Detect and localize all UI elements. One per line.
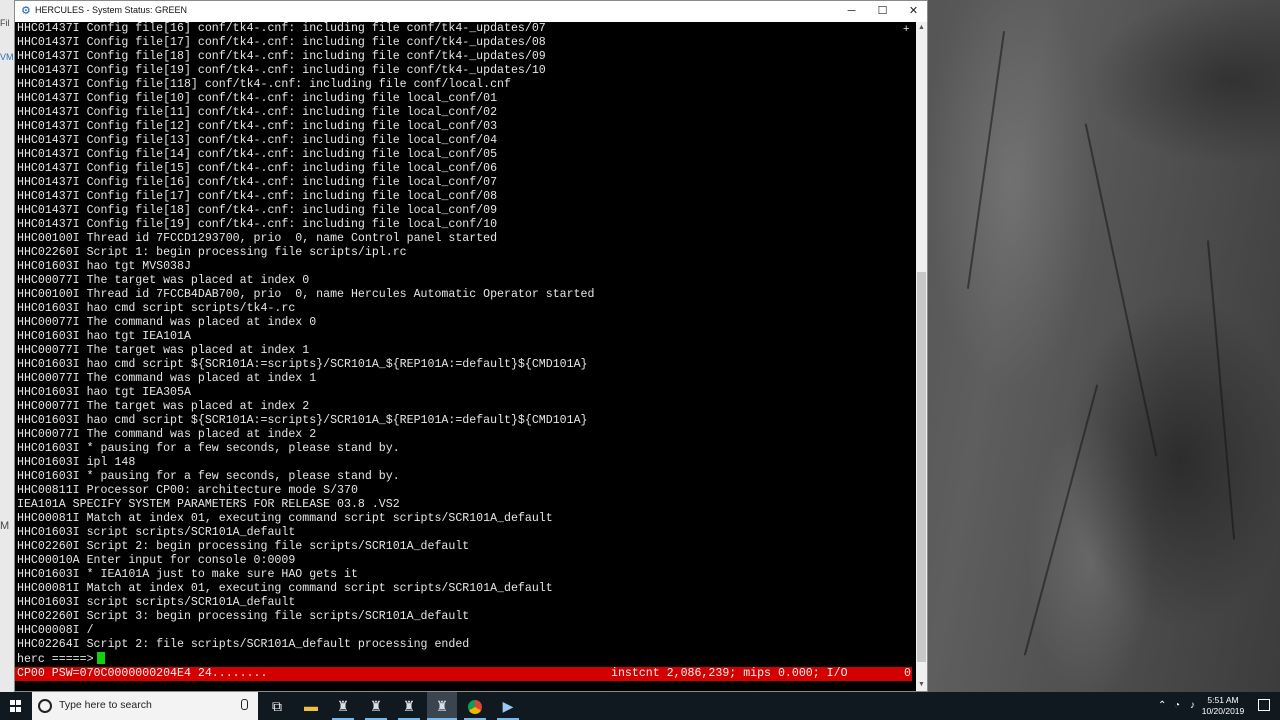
wallpaper-crack [966, 31, 1006, 289]
console-line: HHC00100I Thread id 7FCCB4DAB700, prio 0… [17, 288, 595, 301]
console-line: HHC00077I The target was placed at index… [17, 400, 310, 413]
console-line: HHC01603I hao cmd script ${SCR101A:=scri… [17, 358, 588, 371]
console-line: HHC01437I Config file[16] conf/tk4-.cnf:… [17, 176, 498, 189]
console-line: HHC00081I Match at index 01, executing c… [17, 582, 553, 595]
console-line: HHC00077I The command was placed at inde… [17, 428, 317, 441]
console-line: HHC01603I hao cmd script scripts/tk4-.rc [17, 302, 296, 315]
console-line: HHC00077I The target was placed at index… [17, 274, 310, 287]
hercules-window: ⚙ HERCULES - System Status: GREEN ─ ☐ ✕ … [14, 0, 928, 692]
vertical-scrollbar[interactable]: ▲ ▼ [916, 22, 927, 691]
network-icon[interactable]: ◔ [1174, 692, 1180, 720]
console-line: HHC02260I Script 2: begin processing fil… [17, 540, 470, 553]
console-line: HHC01603I hao tgt MVS038J [17, 260, 191, 273]
io-count: 0 [904, 667, 911, 680]
console-log: HHC01437I Config file[16] conf/tk4-.cnf:… [17, 22, 594, 652]
console-line: HHC01437I Config file[11] conf/tk4-.cnf:… [17, 106, 498, 119]
console-line: HHC01437I Config file[10] conf/tk4-.cnf:… [17, 92, 498, 105]
app-icon-3[interactable]: ♜ [394, 692, 424, 720]
title-bar[interactable]: ⚙ HERCULES - System Status: GREEN ─ ☐ ✕ [15, 1, 927, 22]
console-line: HHC01603I hao cmd script ${SCR101A:=scri… [17, 414, 588, 427]
console-line: HHC00077I The command was placed at inde… [17, 372, 317, 385]
console-line: HHC01437I Config file[17] conf/tk4-.cnf:… [17, 190, 498, 203]
console-line: HHC01603I ipl 148 [17, 456, 136, 469]
clock-time: 5:51 AM [1207, 695, 1239, 705]
scroll-up-arrow-icon[interactable]: ▲ [916, 22, 927, 34]
background-window-label: M [0, 520, 10, 532]
scrollbar-thumb[interactable] [917, 272, 926, 662]
window-title: HERCULES - System Status: GREEN [35, 5, 188, 15]
console-line: HHC01437I Config file[18] conf/tk4-.cnf:… [17, 204, 498, 217]
background-window[interactable]: Fil VM M [0, 0, 15, 692]
text-cursor [96, 652, 105, 664]
console-line: HHC02260I Script 1: begin processing fil… [17, 246, 407, 259]
close-button[interactable]: ✕ [898, 1, 929, 22]
instcnt-status: instcnt 2,086,239; mips 0.000; I/O [611, 667, 848, 680]
console-line: HHC01437I Config file[17] conf/tk4-.cnf:… [17, 36, 546, 49]
console-line: HHC01603I * IEA101A just to make sure HA… [17, 568, 358, 581]
psw-status: CP00 PSW=070C0000000204E4 24........ [17, 667, 268, 680]
console-line: HHC01603I script scripts/SCR101A_default [17, 596, 296, 609]
file-explorer-icon[interactable]: ▬ [296, 692, 326, 720]
console-line: HHC01437I Config file[18] conf/tk4-.cnf:… [17, 50, 546, 63]
console-line: HHC01437I Config file[16] conf/tk4-.cnf:… [17, 22, 546, 35]
hercules-console-icon[interactable]: ♜ [427, 692, 457, 720]
console-line: HHC01603I * pausing for a few seconds, p… [17, 442, 400, 455]
prompt-label: herc =====> [17, 653, 94, 666]
console-line: HHC01437I Config file[15] conf/tk4-.cnf:… [17, 162, 498, 175]
search-placeholder: Type here to search [59, 699, 152, 711]
console-line: HHC01437I Config file[13] conf/tk4-.cnf:… [17, 134, 498, 147]
console-line: HHC00077I The command was placed at inde… [17, 316, 317, 329]
taskbar: Type here to search ⧉ ▬ ♜ ♜ ♜ ♜ ▶ ⌃ ◔ ♪ … [0, 692, 1280, 720]
console-line: HHC00077I The target was placed at index… [17, 344, 310, 357]
console-line: HHC01437I Config file[12] conf/tk4-.cnf:… [17, 120, 498, 133]
app-icon-2[interactable]: ♜ [361, 692, 391, 720]
console-line: HHC01603I * pausing for a few seconds, p… [17, 470, 400, 483]
console-line: HHC01603I hao tgt IEA101A [17, 330, 191, 343]
console-line: HHC01437I Config file[19] conf/tk4-.cnf:… [17, 64, 546, 77]
console-line: HHC02260I Script 3: begin processing fil… [17, 610, 470, 623]
background-window-label: Fil [0, 18, 10, 28]
console-line: HHC01603I script scripts/SCR101A_default [17, 526, 296, 539]
console-line: IEA101A SPECIFY SYSTEM PARAMETERS FOR RE… [17, 498, 400, 511]
app-icon-4[interactable]: ▶ [493, 692, 523, 720]
scroll-more-indicator: + [903, 23, 910, 35]
console-line: HHC02264I Script 2: file scripts/SCR101A… [17, 638, 470, 651]
wallpaper-crack [1084, 123, 1158, 457]
start-button[interactable] [0, 692, 32, 720]
scroll-down-arrow-icon[interactable]: ▼ [916, 679, 927, 691]
console-line: HHC00100I Thread id 7FCCD1293700, prio 0… [17, 232, 498, 245]
console-line: HHC01603I hao tgt IEA305A [17, 386, 191, 399]
console-line: HHC00081I Match at index 01, executing c… [17, 512, 553, 525]
console-line: HHC00008I / [17, 624, 94, 637]
background-window-label: VM [0, 52, 14, 62]
show-hidden-icons-icon[interactable]: ⌃ [1158, 692, 1166, 720]
hercules-app-icon: ⚙ [21, 5, 31, 17]
task-view-icon[interactable]: ⧉ [262, 692, 292, 720]
console-output[interactable]: HHC01437I Config file[16] conf/tk4-.cnf:… [15, 22, 916, 691]
app-icon-1[interactable]: ♜ [328, 692, 358, 720]
console-line: HHC00811I Processor CP00: architecture m… [17, 484, 358, 497]
maximize-button[interactable]: ☐ [867, 1, 898, 22]
volume-icon[interactable]: ♪ [1190, 692, 1195, 720]
chrome-icon[interactable] [460, 692, 490, 720]
console-line: HHC01437I Config file[19] conf/tk4-.cnf:… [17, 218, 498, 231]
command-prompt[interactable]: herc =====> [17, 652, 105, 666]
wallpaper-crack [1206, 240, 1236, 540]
wallpaper-crack [1023, 384, 1099, 656]
notification-icon[interactable] [1258, 699, 1270, 711]
clock-date: 10/20/2019 [1201, 706, 1245, 716]
microphone-icon[interactable] [241, 699, 248, 710]
system-clock[interactable]: 5:51 AM 10/20/2019 [1196, 695, 1250, 717]
status-bar: CP00 PSW=070C0000000204E4 24........ ins… [15, 667, 912, 681]
minimize-button[interactable]: ─ [836, 1, 867, 22]
console-line: HHC00010A Enter input for console 0:0009 [17, 554, 296, 567]
taskbar-search-box[interactable]: Type here to search [32, 692, 258, 720]
console-line: HHC01437I Config file[118] conf/tk4-.cnf… [17, 78, 511, 91]
console-line: HHC01437I Config file[14] conf/tk4-.cnf:… [17, 148, 498, 161]
search-icon [38, 699, 52, 713]
windows-logo-icon [10, 700, 22, 712]
